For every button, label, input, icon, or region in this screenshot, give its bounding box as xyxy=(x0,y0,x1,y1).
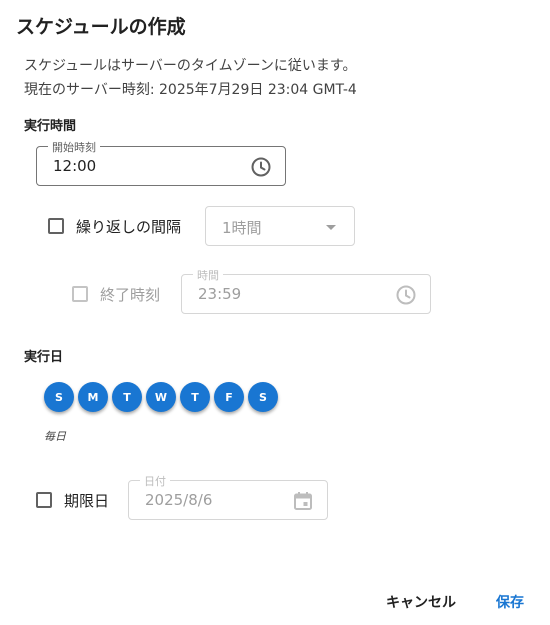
clock-icon[interactable] xyxy=(249,155,273,179)
create-schedule-dialog: スケジュールの作成 スケジュールはサーバーのタイムゾーンに従います。 現在のサー… xyxy=(0,0,550,625)
deadline-checkbox[interactable] xyxy=(36,492,52,508)
start-time-label: 開始時刻 xyxy=(48,139,100,155)
deadline-date-value: 2025/8/6 xyxy=(145,491,213,509)
server-time-info: 現在のサーバー時刻: 2025年7月29日 23:04 GMT-4 xyxy=(24,82,357,98)
repeat-interval-value: 1時間 xyxy=(222,219,262,237)
timezone-info: スケジュールはサーバーのタイムゾーンに従います。 xyxy=(24,58,357,74)
day-friday[interactable]: F xyxy=(214,382,244,412)
repeat-interval-select[interactable]: 1時間 xyxy=(205,206,355,246)
execution-time-heading: 実行時間 xyxy=(24,119,77,134)
day-thursday[interactable]: T xyxy=(180,382,210,412)
execution-day-heading: 実行日 xyxy=(24,350,64,365)
repeat-label: 繰り返しの間隔 xyxy=(76,218,182,236)
day-tuesday[interactable]: T xyxy=(112,382,142,412)
end-time-checkbox[interactable] xyxy=(72,286,88,302)
day-wednesday[interactable]: W xyxy=(146,382,176,412)
deadline-date-field[interactable]: 日付 2025/8/6 xyxy=(128,473,328,520)
day-monday[interactable]: M xyxy=(78,382,108,412)
deadline-date-label: 日付 xyxy=(140,473,170,489)
end-time-field-label: 時間 xyxy=(193,267,223,283)
day-summary: 毎日 xyxy=(44,430,66,443)
end-time-checkbox-label: 終了時刻 xyxy=(100,286,161,304)
end-time-value: 23:59 xyxy=(198,285,242,303)
clock-icon[interactable] xyxy=(394,283,418,307)
deadline-label: 期限日 xyxy=(64,492,110,510)
save-button[interactable]: 保存 xyxy=(496,592,524,612)
start-time-value: 12:00 xyxy=(53,157,97,175)
start-time-field[interactable]: 開始時刻 12:00 xyxy=(36,139,286,186)
weekday-selector: S M T W T F S xyxy=(44,382,278,412)
dropdown-arrow-icon xyxy=(326,225,336,230)
end-time-field[interactable]: 時間 23:59 xyxy=(181,267,431,314)
day-saturday[interactable]: S xyxy=(248,382,278,412)
day-sunday[interactable]: S xyxy=(44,382,74,412)
calendar-icon[interactable] xyxy=(291,489,315,513)
repeat-checkbox[interactable] xyxy=(48,218,64,234)
dialog-title: スケジュールの作成 xyxy=(16,16,186,38)
cancel-button[interactable]: キャンセル xyxy=(386,592,456,612)
